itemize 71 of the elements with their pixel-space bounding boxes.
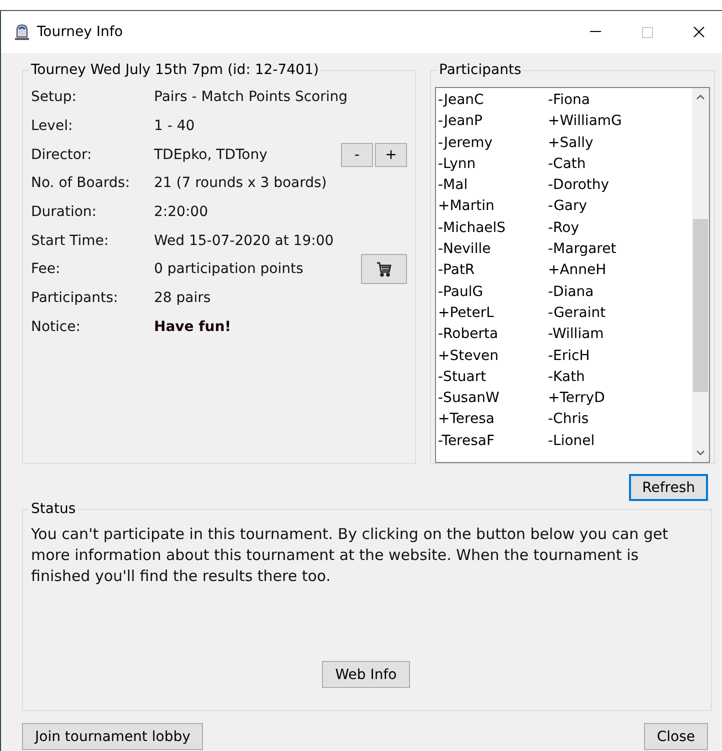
participant-name[interactable]: -Kath xyxy=(548,366,658,388)
participant-name[interactable]: -William xyxy=(548,324,658,346)
field-value: Pairs - Match Points Scoring xyxy=(154,89,349,106)
scroll-thumb[interactable] xyxy=(693,219,708,392)
field-label: Director: xyxy=(31,146,93,163)
field-label: Fee: xyxy=(31,261,62,278)
field-value: 1 - 40 xyxy=(154,118,196,134)
refresh-button[interactable]: Refresh xyxy=(629,474,708,501)
participant-name[interactable]: -Fiona xyxy=(548,90,658,112)
scroll-up-icon[interactable] xyxy=(696,94,705,100)
field-value: 28 pairs xyxy=(154,290,212,306)
field-label: Duration: xyxy=(31,204,98,220)
field-value: 2:20:00 xyxy=(154,204,209,220)
participant-name[interactable]: -Lynn xyxy=(438,154,548,176)
participant-name[interactable]: -Neville xyxy=(438,239,548,260)
participant-name[interactable]: -Chris xyxy=(548,409,658,431)
field-label: Participants: xyxy=(31,290,119,306)
field-label: Notice: xyxy=(31,318,82,335)
participant-name[interactable]: +Sally xyxy=(548,132,658,154)
window-title: Tourney Info xyxy=(37,24,124,40)
close-button[interactable]: Close xyxy=(644,723,708,750)
cart-button[interactable] xyxy=(361,254,407,284)
notice-text: Have fun! xyxy=(154,318,232,335)
participant-name[interactable]: -Gary xyxy=(548,196,658,218)
participant-name[interactable]: -Margaret xyxy=(548,239,658,260)
participant-name[interactable]: -Roberta xyxy=(438,324,548,346)
field-value: Wed 15-07-2020 at 19:00 xyxy=(154,232,335,249)
participant-name[interactable]: -PatR xyxy=(438,260,548,282)
participant-name[interactable]: -PaulG xyxy=(438,282,548,303)
scrollbar[interactable] xyxy=(692,88,709,462)
participant-name[interactable]: -Stuart xyxy=(438,366,548,388)
field-value: 21 (7 rounds x 3 boards) xyxy=(154,175,328,192)
field-label: Level: xyxy=(31,118,74,134)
participant-name[interactable]: -Diana xyxy=(548,282,658,303)
participant-name[interactable]: -JeanC xyxy=(438,90,548,112)
field-label: Setup: xyxy=(31,89,78,106)
participant-name[interactable]: -Jeremy xyxy=(438,132,548,154)
minimize-icon[interactable] xyxy=(590,31,600,33)
participant-name[interactable]: -SusanW xyxy=(438,388,548,410)
participant-name[interactable]: +TerryD xyxy=(548,388,658,410)
participant-name[interactable]: +Steven xyxy=(438,346,548,367)
cart-icon xyxy=(376,262,392,277)
status-message: You can't participate in this tournament. By clicking on the button below you can get more information about this tournament at the website. When the tournament is finished you'll find the results there too. xyxy=(31,524,670,587)
participant-name[interactable]: +PeterL xyxy=(438,302,548,324)
close-icon[interactable] xyxy=(693,26,705,38)
join-lobby-button[interactable]: Join tournament lobby xyxy=(22,723,204,750)
field-value: TDEpko, TDTony xyxy=(154,146,268,163)
group-title: Tourney Wed July 15th 7pm (id: 12-7401) xyxy=(29,61,321,79)
participant-name[interactable]: -Lionel xyxy=(548,430,658,452)
participant-name[interactable]: -Mal xyxy=(438,175,548,196)
participant-name[interactable]: -JeanP xyxy=(438,111,548,133)
field-value: 0 participation points xyxy=(154,261,304,278)
group-title: Participants xyxy=(437,61,524,79)
participant-name[interactable]: +WilliamG xyxy=(548,111,658,133)
field-label: No. of Boards: xyxy=(31,175,131,192)
participant-name[interactable]: +Teresa xyxy=(438,409,548,431)
scroll-down-icon[interactable] xyxy=(696,450,705,456)
web-info-button[interactable]: Web Info xyxy=(322,661,410,688)
participant-name[interactable]: +Martin xyxy=(438,196,548,218)
participant-name[interactable]: -Cath xyxy=(548,154,658,176)
remove-button[interactable]: - xyxy=(341,142,373,167)
field-label: Start Time: xyxy=(31,232,110,249)
participant-name[interactable]: -EricH xyxy=(548,346,658,367)
participant-name[interactable]: -Geraint xyxy=(548,302,658,324)
hand-icon xyxy=(13,23,31,41)
participant-name[interactable]: -Roy xyxy=(548,218,658,240)
participant-name[interactable]: -MichaelS xyxy=(438,218,548,240)
participant-name[interactable]: +AnneH xyxy=(548,260,658,282)
participant-name[interactable]: -TeresaF xyxy=(438,430,548,452)
participant-name[interactable]: -Dorothy xyxy=(548,175,658,196)
add-button[interactable]: + xyxy=(375,142,407,167)
